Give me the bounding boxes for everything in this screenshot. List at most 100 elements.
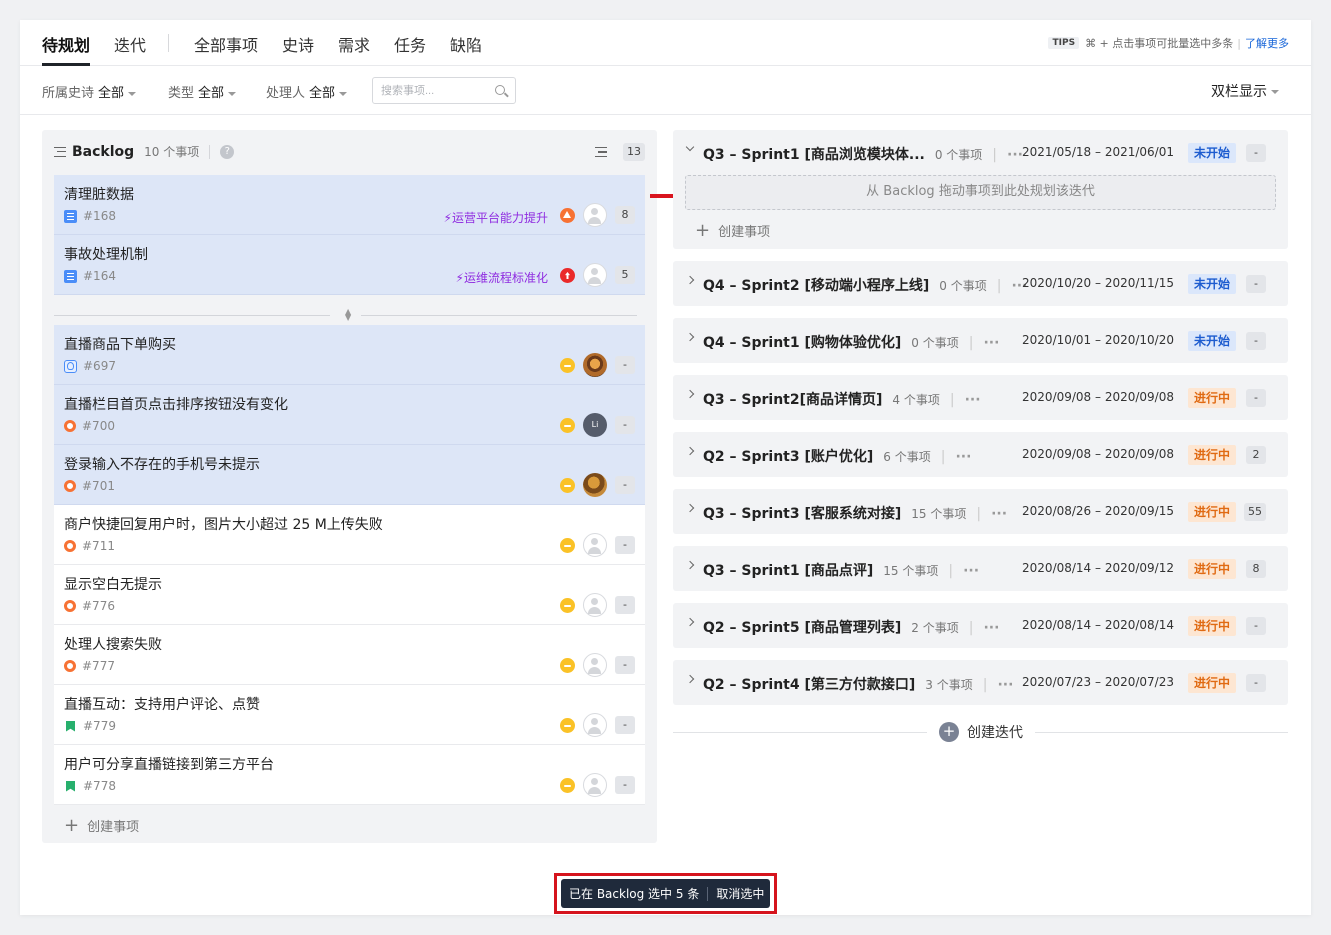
list-item[interactable]: 事故处理机制 #164 ⚡运维流程标准化 5: [54, 235, 645, 295]
more-icon[interactable]: ···: [983, 335, 999, 351]
learn-more-link[interactable]: 了解更多: [1245, 35, 1289, 51]
sprint-create-item-button[interactable]: + 创建事项: [695, 221, 770, 240]
avatar[interactable]: [583, 653, 607, 677]
list-item[interactable]: 直播互动：支持用户评论、点赞 #779 -: [54, 685, 645, 745]
avatar[interactable]: Li: [583, 413, 607, 437]
status-badge: 进行中: [1187, 445, 1236, 465]
chevron-right-icon[interactable]: [685, 503, 695, 513]
tab-all-items[interactable]: 全部事项: [194, 32, 258, 56]
chevron-right-icon[interactable]: [685, 446, 695, 456]
drop-zone[interactable]: 从 Backlog 拖动事项到此处规划该迭代: [685, 175, 1276, 210]
tab-epics[interactable]: 史诗: [282, 32, 314, 56]
selection-count-text: 已在 Backlog 选中 5 条: [569, 887, 700, 901]
list-item[interactable]: 显示空白无提示 #776 -: [54, 565, 645, 625]
chevron-right-icon[interactable]: [685, 389, 695, 399]
view-mode-select[interactable]: 双栏显示: [1211, 81, 1279, 101]
more-icon[interactable]: ···: [965, 392, 981, 408]
item-title: 商户快捷回复用户时，图片大小超过 25 M上传失败: [64, 517, 383, 533]
item-id: #168: [64, 209, 116, 223]
more-icon[interactable]: ···: [955, 449, 971, 465]
priority-medium-icon[interactable]: [560, 778, 575, 793]
epic-filter[interactable]: 所属史诗 全部: [42, 82, 137, 101]
sprint-name-text: Q4 – Sprint2 [移动端小程序上线]: [703, 278, 930, 294]
priority-high-icon[interactable]: [560, 208, 575, 223]
tab-tasks[interactable]: 任务: [394, 32, 426, 56]
more-icon[interactable]: ···: [991, 506, 1007, 522]
sprint-card[interactable]: Q2 – Sprint5 [商品管理列表] 2 个事项 | ··· 2020/08/1…: [673, 603, 1288, 648]
avatar[interactable]: [583, 263, 607, 287]
more-icon[interactable]: ···: [1007, 147, 1023, 163]
more-icon[interactable]: ···: [983, 620, 999, 636]
priority-medium-icon[interactable]: [560, 538, 575, 553]
avatar[interactable]: [583, 533, 607, 557]
avatar[interactable]: [583, 473, 607, 497]
search-input[interactable]: [373, 78, 483, 103]
sprint-card[interactable]: Q4 – Sprint2 [移动端小程序上线] 0 个事项 | ··· 2020/10…: [673, 261, 1288, 306]
priority-medium-icon[interactable]: [560, 478, 575, 493]
resize-divider[interactable]: ▲ ▼: [54, 305, 645, 325]
list-item[interactable]: 用户可分享直播链接到第三方平台 #778 -: [54, 745, 645, 805]
avatar[interactable]: [583, 773, 607, 797]
list-item[interactable]: 商户快捷回复用户时，图片大小超过 25 M上传失败 #711 -: [54, 505, 645, 565]
list-item[interactable]: 登录输入不存在的手机号未提示 #701 -: [54, 445, 645, 505]
type-filter[interactable]: 类型 全部: [168, 82, 237, 101]
tab-requirements[interactable]: 需求: [338, 32, 370, 56]
priority-medium-icon[interactable]: [560, 598, 575, 613]
search-icon[interactable]: [495, 85, 505, 95]
priority-medium-icon[interactable]: [560, 418, 575, 433]
drag-handle-icon[interactable]: ▲ ▼: [345, 308, 351, 322]
chevron-right-icon[interactable]: [685, 560, 695, 570]
priority-urgent-icon[interactable]: [560, 268, 575, 283]
chevron-right-icon[interactable]: [685, 332, 695, 342]
chevron-right-icon[interactable]: [685, 275, 695, 285]
assignee-filter[interactable]: 处理人 全部: [266, 82, 348, 101]
sprint-badge: -: [1246, 332, 1266, 350]
sprint-card[interactable]: Q3 – Sprint1 [商品点评] 15 个事项 | ··· 2020/08/14…: [673, 546, 1288, 591]
status-badge: 进行中: [1187, 502, 1236, 522]
sort-icon[interactable]: [595, 147, 607, 157]
sprint-card[interactable]: Q2 – Sprint3 [账户优化] 6 个事项 | ··· 2020/09/08 …: [673, 432, 1288, 477]
avatar[interactable]: [583, 713, 607, 737]
more-icon[interactable]: ···: [997, 677, 1013, 693]
sprint-dates: 2021/05/18 – 2021/06/01: [1022, 145, 1174, 159]
list-item[interactable]: 直播商品下单购买 #697 -: [54, 325, 645, 385]
sprint-count: 0 个事项: [939, 279, 987, 293]
deselect-button[interactable]: 取消选中: [716, 885, 764, 902]
sprint-card[interactable]: Q3 – Sprint3 [客服系统对接] 15 个事项 | ··· 2020/08/…: [673, 489, 1288, 534]
avatar[interactable]: [583, 203, 607, 227]
status-badge: 未开始: [1187, 331, 1236, 351]
sprint-dates: 2020/09/08 – 2020/09/08: [1022, 390, 1174, 404]
item-count: 5: [615, 266, 635, 284]
sprint-create-item-label: 创建事项: [718, 225, 771, 240]
help-icon[interactable]: ?: [220, 144, 235, 159]
story-icon: [64, 209, 77, 223]
sprint-card[interactable]: Q3 – Sprint2[商品详情页] 4 个事项 | ··· 2020/09/08 …: [673, 375, 1288, 420]
item-epic[interactable]: ⚡运维流程标准化: [456, 269, 548, 286]
chevron-down-icon: [128, 91, 137, 96]
avatar[interactable]: [583, 353, 607, 377]
list-item[interactable]: 处理人搜索失败 #777 -: [54, 625, 645, 685]
bug-icon: [64, 540, 76, 552]
list-item[interactable]: 直播栏目首页点击排序按钮没有变化 #700 Li -: [54, 385, 645, 445]
sprint-card[interactable]: Q3 – Sprint1 [商品浏览模块体... 0 个事项 | ··· 2021/0…: [673, 130, 1288, 249]
chevron-down-icon[interactable]: [685, 142, 695, 152]
avatar[interactable]: [583, 593, 607, 617]
chevron-right-icon[interactable]: [685, 674, 695, 684]
list-item[interactable]: 清理脏数据 #168 ⚡运营平台能力提升 8: [54, 175, 645, 235]
priority-medium-icon[interactable]: [560, 718, 575, 733]
item-title: 直播互动：支持用户评论、点赞: [64, 697, 260, 713]
tab-bugs[interactable]: 缺陷: [450, 32, 482, 56]
sprint-name-text: Q2 – Sprint4 [第三方付款接口]: [703, 677, 916, 693]
tab-iterations[interactable]: 迭代: [114, 32, 146, 56]
sprint-card[interactable]: Q2 – Sprint4 [第三方付款接口] 3 个事项 | ··· 2020/07/…: [673, 660, 1288, 705]
create-iteration-button[interactable]: + 创建迭代: [939, 722, 1023, 742]
more-icon[interactable]: ···: [963, 563, 979, 579]
sprint-card[interactable]: Q4 – Sprint1 [购物体验优化] 0 个事项 | ··· 2020/10/0…: [673, 318, 1288, 363]
create-item-button[interactable]: + 创建事项: [64, 816, 139, 835]
priority-medium-icon[interactable]: [560, 358, 575, 373]
bug-icon: [64, 660, 76, 672]
chevron-right-icon[interactable]: [685, 617, 695, 627]
item-epic[interactable]: ⚡运营平台能力提升: [444, 209, 548, 226]
priority-medium-icon[interactable]: [560, 658, 575, 673]
tab-backlog-planning[interactable]: 待规划: [42, 32, 90, 56]
